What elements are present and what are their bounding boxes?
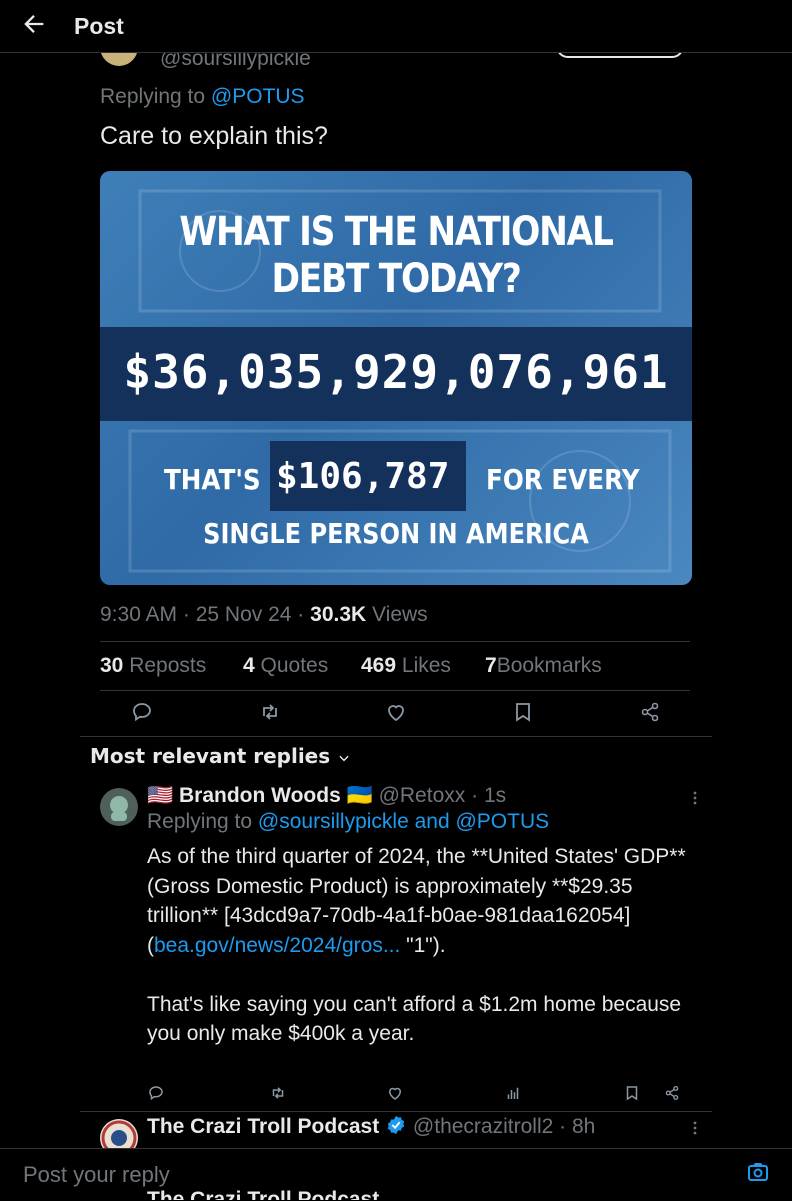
image-title-line1: WHAT IS THE NATIONAL (179, 209, 613, 255)
more-options-icon[interactable] (688, 1120, 702, 1136)
tweet-time[interactable]: 9:30 AM (100, 603, 177, 626)
bookmarks-label: Bookmarks (496, 654, 602, 677)
reply-like-icon[interactable] (386, 1084, 404, 1102)
debt-amount: $36,035,929,076,961 (123, 345, 669, 399)
replies-sort-dropdown[interactable]: Most relevant replies (90, 744, 351, 770)
bookmarks-count: 7 (485, 654, 497, 677)
reply-text: As of the third quarter of 2024, the **U… (147, 842, 707, 1049)
views-label: Views (372, 603, 428, 626)
likes-stat[interactable]: 469 Likes (361, 654, 451, 678)
reply-replying-link[interactable]: @soursillypickle and @POTUS (258, 810, 549, 833)
replies-sort-label: Most relevant replies (90, 744, 331, 768)
tweet-stats: 30 Reposts 4 Quotes 469 Likes 7Bookmarks (100, 654, 660, 682)
tweet-text: Care to explain this? (100, 122, 328, 150)
bookmarks-stat[interactable]: 7Bookmarks (485, 654, 602, 678)
reply-icon[interactable] (130, 700, 154, 724)
reply-repost-icon[interactable] (269, 1084, 287, 1102)
reply-bookmark-icon[interactable] (623, 1084, 641, 1102)
divider (100, 690, 690, 691)
image-title: WHAT IS THE NATIONAL DEBT TODAY? (141, 209, 650, 303)
replying-to-link[interactable]: @POTUS (211, 85, 305, 108)
reposts-count: 30 (100, 654, 124, 677)
tweet-meta: 9:30 AM · 25 Nov 24 · 30.3K Views (100, 603, 428, 626)
tweet-date[interactable]: 25 Nov 24 (196, 603, 292, 626)
reply-share-icon[interactable] (663, 1084, 681, 1102)
tweet-image[interactable]: WHAT IS THE NATIONAL DEBT TODAY? $36,035… (100, 171, 692, 585)
reply-replying-to: Replying to @soursillypickle and @POTUS (147, 810, 549, 834)
image-title-line2: DEBT TODAY? (271, 256, 522, 302)
page-title: Post (74, 13, 124, 39)
divider (80, 1111, 712, 1112)
likes-label: Likes (401, 654, 451, 677)
reply-reply-icon[interactable] (147, 1084, 165, 1102)
views-count: 30.3K (310, 603, 367, 626)
reply2-display-name[interactable]: The Crazi Troll Podcast (147, 1115, 379, 1138)
reply-header: 🇺🇸 Brandon Woods 🇺🇦 @Retoxx · 1s (147, 784, 507, 807)
thats-label: THAT'S (164, 463, 261, 496)
bookmark-icon[interactable] (511, 700, 535, 724)
for-every-label: FOR EVERY (486, 463, 640, 496)
reply2-header: The Crazi Troll Podcast @thecrazitroll2 … (147, 1114, 595, 1142)
chevron-down-icon (337, 746, 351, 770)
reply-link[interactable]: bea.gov/news/2024/gros... (154, 934, 400, 957)
replying-to-prefix: Replying to (100, 85, 211, 108)
quotes-label: Quotes (260, 654, 329, 677)
reply-time[interactable]: 1s (484, 784, 506, 807)
reply-avatar[interactable] (100, 788, 138, 826)
divider (100, 641, 690, 642)
per-person-amount: $106,787 (276, 456, 450, 497)
reply-replying-prefix: Replying to (147, 810, 258, 833)
back-arrow-icon[interactable] (20, 10, 48, 38)
replying-to: Replying to @POTUS (100, 85, 305, 109)
more-options-icon[interactable] (688, 790, 702, 806)
verified-badge-icon (385, 1114, 407, 1142)
quotes-stat[interactable]: 4 Quotes (243, 654, 328, 678)
repost-icon[interactable] (258, 700, 282, 724)
likes-count: 469 (361, 654, 397, 677)
single-person-label: SINGLE PERSON IN AMERICA (203, 517, 589, 550)
like-icon[interactable] (384, 700, 408, 724)
reply2-time[interactable]: 8h (572, 1115, 595, 1138)
divider (80, 736, 712, 737)
reposts-label: Reposts (129, 654, 207, 677)
reply-display-name[interactable]: 🇺🇸 Brandon Woods 🇺🇦 (147, 784, 373, 807)
reply-views-icon[interactable] (504, 1084, 522, 1102)
reply2-handle[interactable]: @thecrazitroll2 (413, 1115, 553, 1138)
share-icon[interactable] (638, 700, 662, 724)
next-reply-peek: The Crazi Troll Podcast (147, 1188, 380, 1200)
reply-input[interactable]: Post your reply (23, 1162, 170, 1188)
reposts-stat[interactable]: 30 Reposts (100, 654, 206, 678)
camera-icon[interactable] (746, 1160, 770, 1184)
quotes-count: 4 (243, 654, 255, 677)
reply-handle[interactable]: @Retoxx (379, 784, 466, 807)
